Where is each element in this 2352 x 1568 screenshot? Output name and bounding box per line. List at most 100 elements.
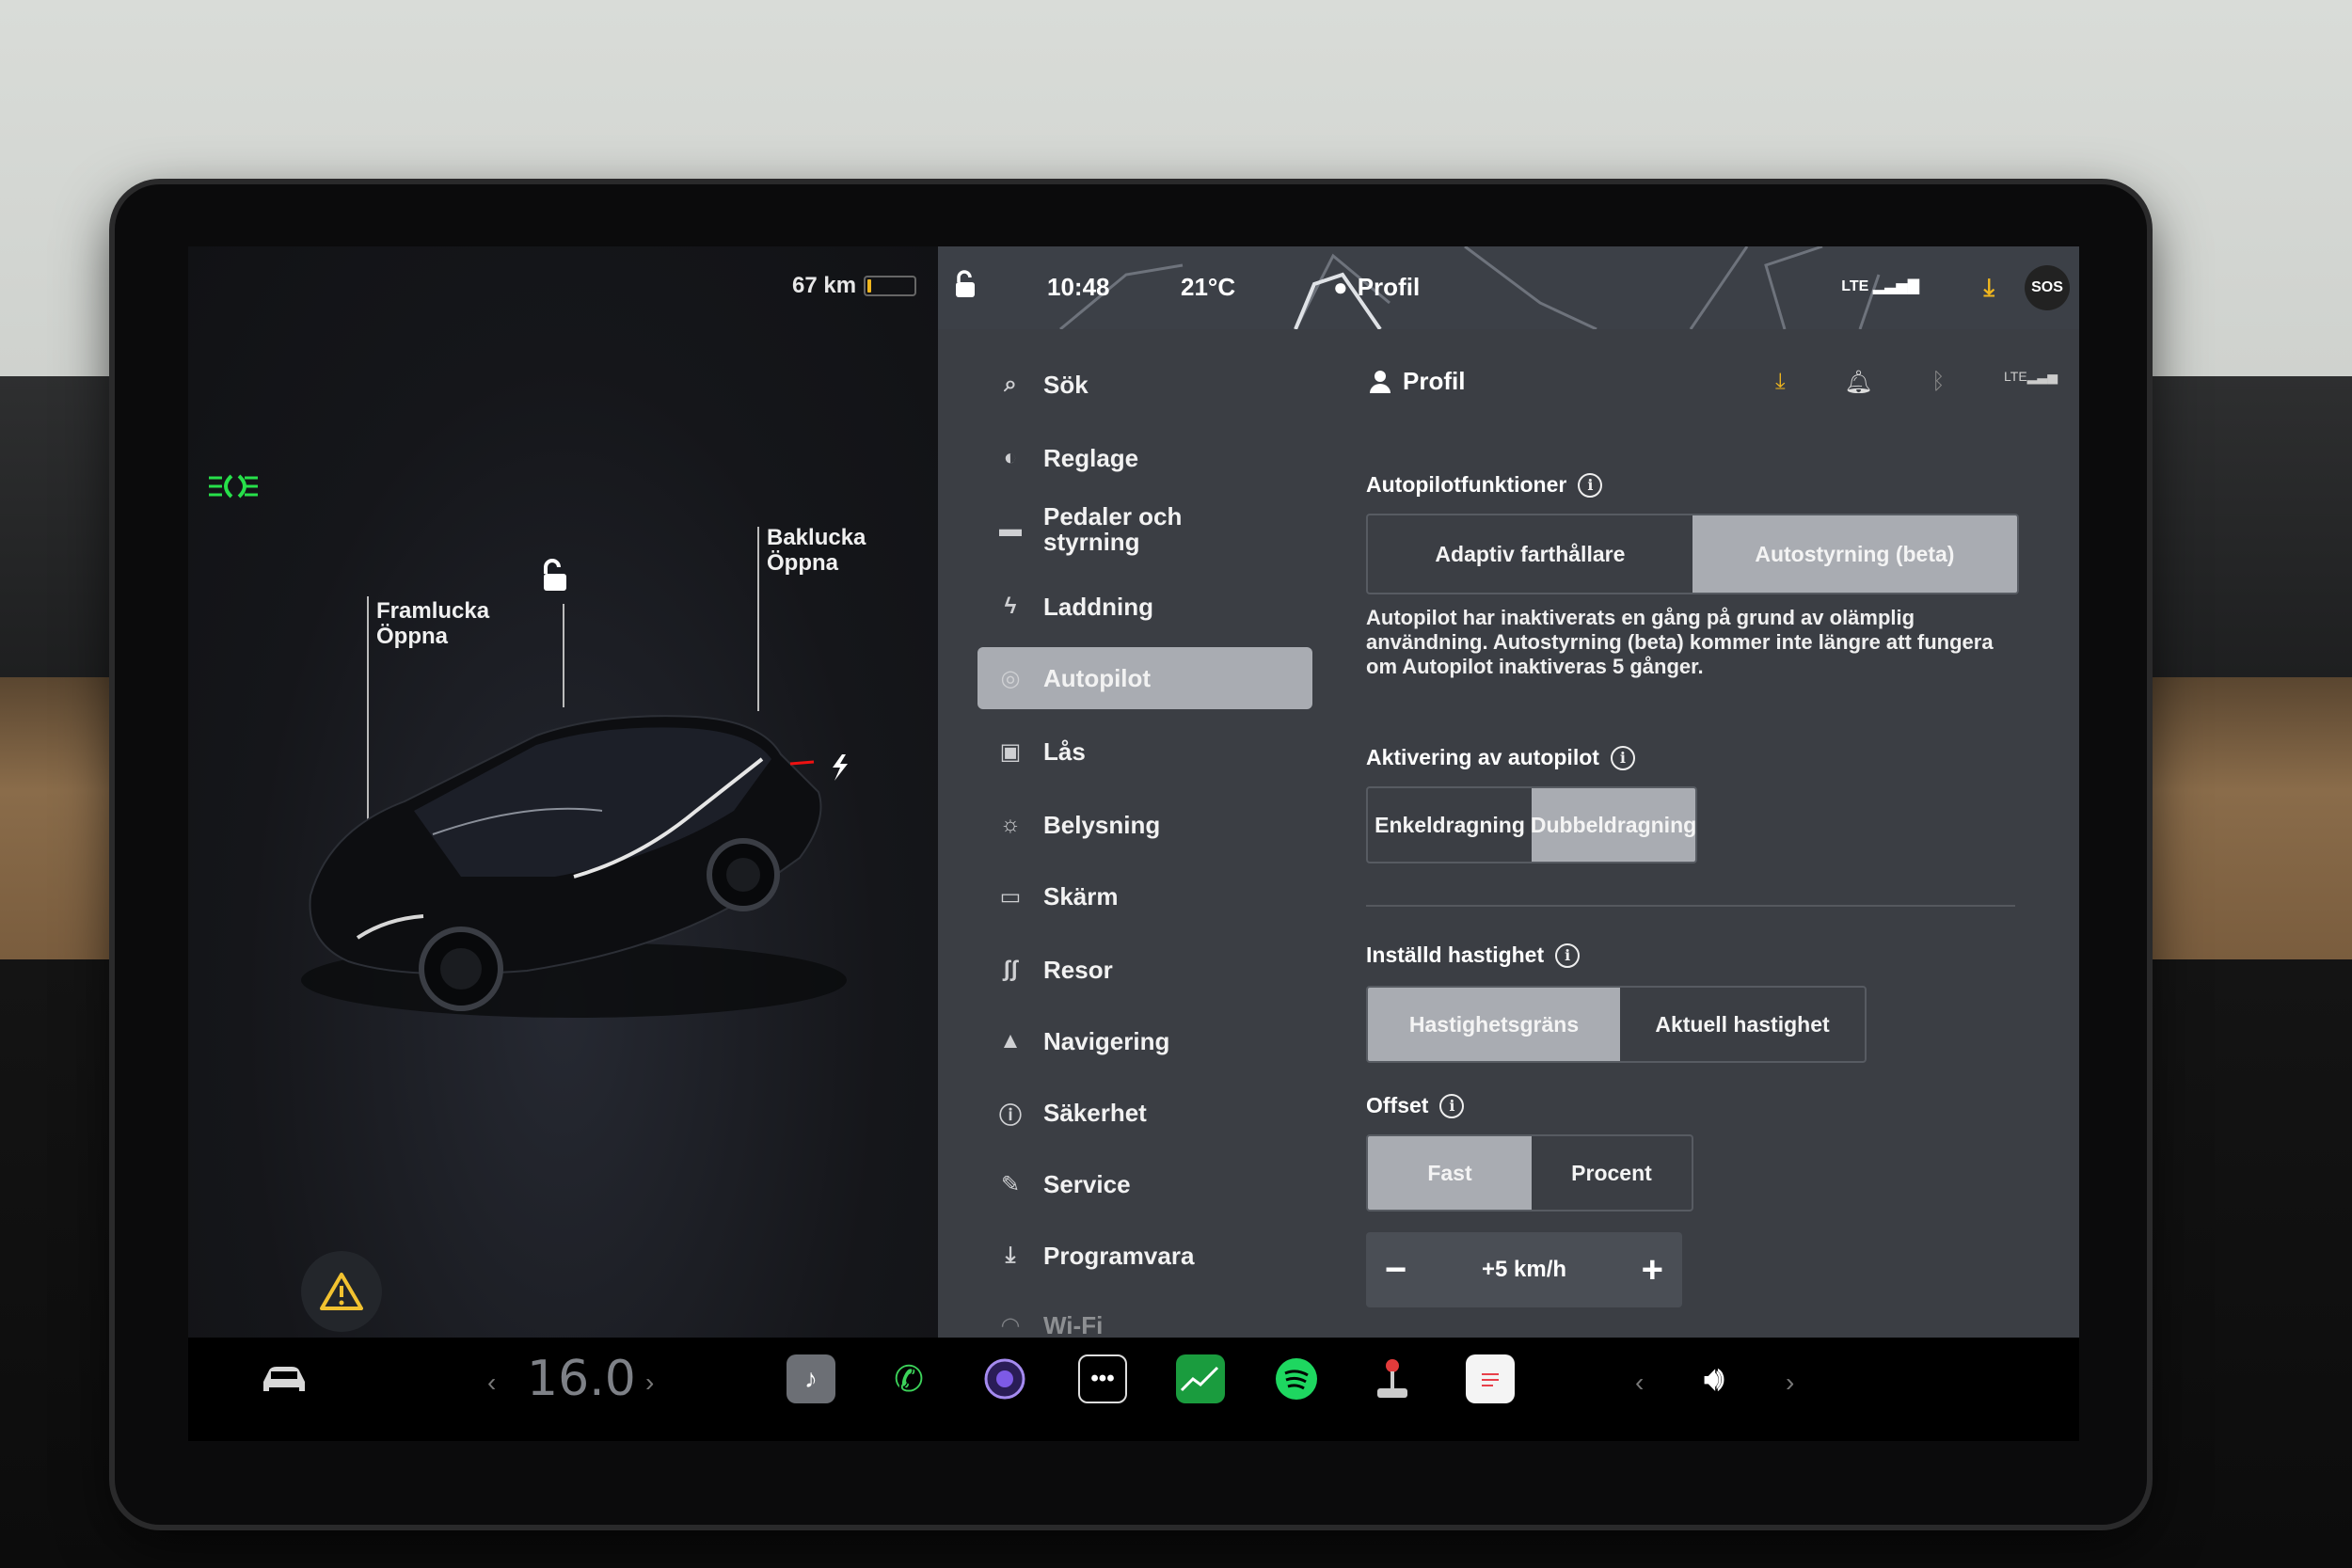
profile-button[interactable]: ● Profil: [1333, 273, 1420, 302]
car-icon: ▬: [999, 516, 1022, 542]
activation-title: Aktivering av autopilot i: [1366, 745, 1635, 770]
option-procent[interactable]: Procent: [1532, 1136, 1692, 1210]
menu-item-laddning[interactable]: ϟ Laddning: [977, 576, 1312, 638]
camera-icon[interactable]: [980, 1354, 1029, 1403]
set-speed-title: Inställd hastighet i: [1366, 942, 1581, 968]
menu-item-säkerhet[interactable]: ⓘ Säkerhet: [977, 1082, 1312, 1144]
option-hastighetsgräns[interactable]: Hastighetsgräns: [1368, 988, 1620, 1061]
range-indicator: 67 km: [792, 273, 917, 299]
option-fast[interactable]: Fast: [1368, 1136, 1532, 1210]
trunk-open-action[interactable]: Öppna: [767, 550, 866, 576]
profile-label: Profil: [1357, 273, 1421, 301]
bluetooth-icon[interactable]: ᛒ: [1931, 369, 1945, 396]
menu-item-service[interactable]: ✎ Service: [977, 1153, 1312, 1215]
media-prev-chevron[interactable]: ‹: [1635, 1368, 1644, 1398]
lock-icon: ▣: [999, 738, 1022, 765]
menu-item-label: Belysning: [1043, 810, 1161, 839]
offset-stepper: − +5 km/h +: [1366, 1232, 1682, 1307]
trunk-title: Baklucka: [767, 525, 866, 550]
frunk-title: Framlucka: [376, 598, 490, 624]
sos-button[interactable]: SOS: [2025, 265, 2070, 310]
download-icon[interactable]: ⤓: [1984, 273, 1995, 303]
activation-selector: Enkeldragning Dubbeldragning: [1366, 786, 1697, 863]
offset-value: +5 km/h: [1481, 1257, 1567, 1282]
media-next-chevron[interactable]: ›: [1786, 1368, 1794, 1398]
notes-icon[interactable]: [1466, 1354, 1515, 1403]
info-icon[interactable]: i: [1610, 745, 1635, 770]
menu-item-belysning[interactable]: ☼ Belysning: [977, 794, 1312, 856]
lte-icon: LTE▂▃▅: [2004, 369, 2058, 384]
person-icon: [1370, 370, 1391, 393]
info-icon[interactable]: i: [1439, 1093, 1465, 1118]
cabin-temperature[interactable]: 16.0: [527, 1351, 636, 1407]
increase-button[interactable]: +: [1642, 1249, 1663, 1291]
range-value: 67 km: [792, 273, 857, 298]
menu-item-skärm[interactable]: ▭ Skärm: [977, 865, 1312, 927]
menu-item-lås[interactable]: ▣ Lås: [977, 721, 1312, 783]
more-icon[interactable]: •••: [1078, 1354, 1127, 1403]
header-icons: ⤓ 🔔︎ ᛒ LTE▂▃▅: [1775, 369, 2058, 396]
unlock-icon[interactable]: [536, 557, 574, 599]
headlight-icon: [207, 472, 260, 508]
volume-icon[interactable]: 🔊︎: [1690, 1354, 1739, 1403]
info-icon[interactable]: i: [1578, 472, 1603, 498]
search-icon: ⌕: [1004, 372, 1017, 397]
menu-item-resor[interactable]: ʃʃ Resor: [977, 939, 1312, 1001]
menu-item-label: Wi-Fi: [1043, 1310, 1104, 1339]
trunk-label[interactable]: Baklucka Öppna: [767, 525, 866, 576]
car-icon[interactable]: [254, 1354, 314, 1403]
profile-title: Profil: [1403, 367, 1466, 395]
menu-item-autopilot[interactable]: ◎ Autopilot: [977, 647, 1312, 709]
lte-signal-icon: LTE ▂▃▅▇: [1841, 278, 1919, 294]
set-speed-selector: Hastighetsgräns Aktuell hastighet: [1366, 986, 1867, 1063]
menu-item-label: Autopilot: [1043, 663, 1152, 692]
touchscreen: 67 km Framlucka Öppna Baklucka Öppna 10:…: [188, 246, 2079, 1441]
menu-item-label: Sök: [1043, 370, 1089, 399]
menu-item-pedaler-och-styrning[interactable]: ▬ Pedaler och styrning: [977, 499, 1312, 561]
bell-icon[interactable]: 🔔︎: [1844, 369, 1872, 396]
autopilot-features-title: Autopilotfunktioner i: [1366, 472, 1603, 498]
menu-item-label: Säkerhet: [1043, 1098, 1147, 1127]
frunk-open-action[interactable]: Öppna: [376, 624, 489, 649]
warning-button[interactable]: [301, 1251, 382, 1332]
section-divider: [1366, 905, 2015, 907]
autopilot-warning-text: Autopilot har inaktiverats en gång på gr…: [1366, 606, 1994, 678]
menu-item-programvara[interactable]: ⤓ Programvara: [977, 1225, 1312, 1287]
option-autosteer[interactable]: Autostyrning (beta): [1692, 515, 2017, 593]
profile-header[interactable]: Profil: [1369, 367, 1465, 396]
temp-up-chevron[interactable]: ›: [645, 1368, 654, 1398]
menu-item-reglage[interactable]: ◐ Reglage: [977, 427, 1312, 489]
download-icon[interactable]: ⤓: [1775, 369, 1786, 396]
spotify-icon[interactable]: [1272, 1354, 1321, 1403]
option-dubbeldragning[interactable]: Dubbeldragning: [1531, 788, 1695, 862]
navigation-icon: ▲: [999, 1028, 1022, 1053]
info-icon[interactable]: i: [1555, 942, 1581, 968]
menu-item-label: Skärm: [1043, 881, 1119, 911]
menu-item-label: Pedaler och styrning: [1043, 502, 1183, 556]
option-enkeldragning[interactable]: Enkeldragning: [1368, 788, 1532, 862]
warning-icon: [320, 1273, 363, 1310]
steering-wheel-icon: ◎: [1000, 665, 1021, 691]
outside-temperature: 21°C: [1181, 273, 1236, 301]
lock-status-icon[interactable]: [951, 269, 979, 308]
battery-icon: [864, 276, 917, 296]
menu-item-label: Laddning: [1043, 592, 1153, 621]
menu-item-navigering[interactable]: ▲ Navigering: [977, 1010, 1312, 1072]
menu-item-label: Reglage: [1043, 443, 1139, 472]
frunk-label[interactable]: Framlucka Öppna: [376, 598, 489, 649]
car-status-pane: 67 km Framlucka Öppna Baklucka Öppna: [188, 246, 938, 1338]
option-adaptive-cruise[interactable]: Adaptiv farthållare: [1368, 515, 1692, 593]
menu-item-sök[interactable]: ⌕ Sök: [977, 354, 1312, 416]
music-icon[interactable]: ♪: [787, 1354, 835, 1403]
phone-icon[interactable]: ✆: [884, 1354, 933, 1403]
joystick-icon[interactable]: [1368, 1354, 1417, 1403]
temp-down-chevron[interactable]: ‹: [487, 1368, 496, 1398]
stocks-icon[interactable]: [1176, 1354, 1225, 1403]
offset-selector: Fast Procent: [1366, 1134, 1693, 1212]
sun-icon: ☼: [1000, 812, 1021, 837]
decrease-button[interactable]: −: [1385, 1249, 1406, 1291]
person-icon: ●: [1333, 273, 1348, 301]
option-aktuell-hastighet[interactable]: Aktuell hastighet: [1620, 988, 1865, 1061]
menu-item-label: Lås: [1043, 736, 1086, 766]
bolt-icon: ϟ: [1004, 594, 1017, 619]
